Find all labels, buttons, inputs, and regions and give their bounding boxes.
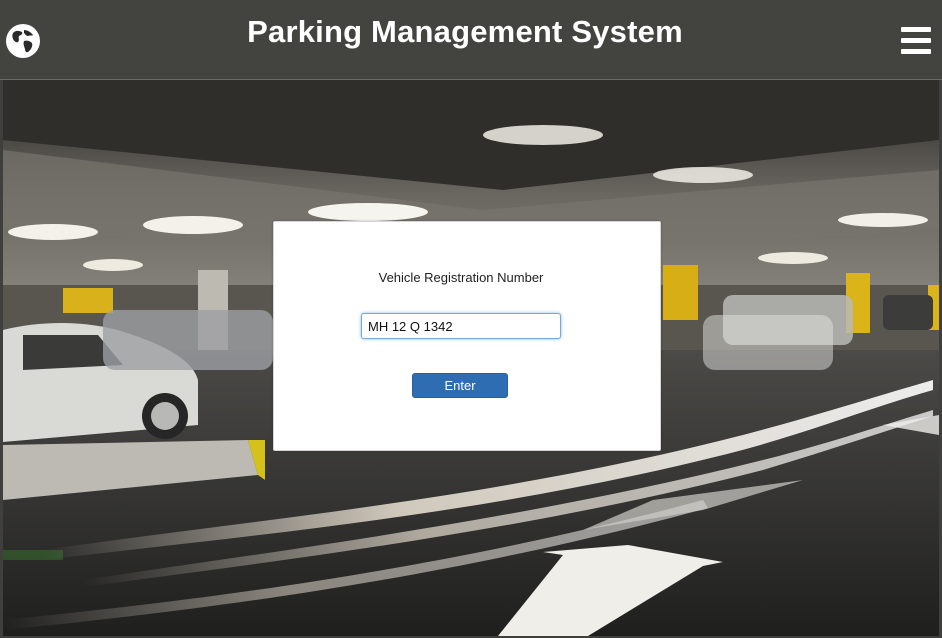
- registration-card: Vehicle Registration Number Enter: [273, 221, 661, 451]
- hamburger-menu-icon[interactable]: [901, 27, 931, 54]
- app-window: Parking Management System Vehicle Regist…: [0, 0, 942, 638]
- registration-label: Vehicle Registration Number: [378, 270, 544, 285]
- enter-button[interactable]: Enter: [412, 373, 508, 398]
- page-title: Parking Management System: [247, 14, 683, 49]
- registration-number-input[interactable]: [361, 313, 561, 339]
- header-bar: Parking Management System: [0, 0, 942, 80]
